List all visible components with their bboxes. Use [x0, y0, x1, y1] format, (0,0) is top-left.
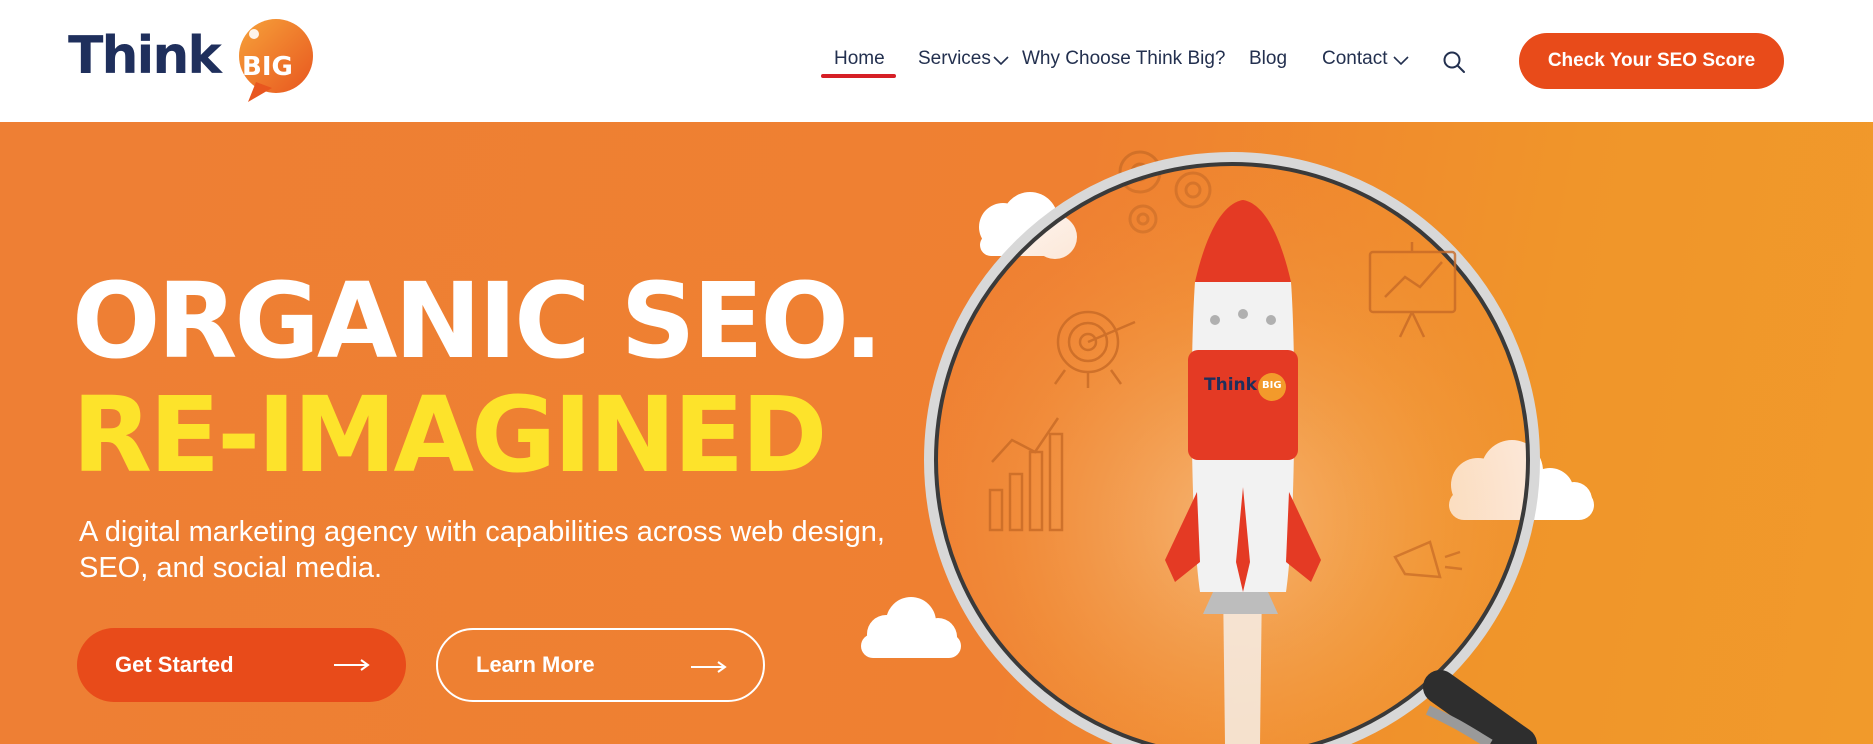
chevron-down-icon[interactable]: [1393, 56, 1409, 66]
rocket-badge-big: BIG: [1262, 380, 1282, 391]
active-nav-underline: [821, 74, 896, 78]
hero-subtext: A digital marketing agency with capabili…: [79, 516, 885, 584]
think-big-logo[interactable]: Think BIG: [68, 14, 318, 106]
learn-more-button[interactable]: Learn More: [436, 628, 765, 702]
nav-item-home[interactable]: Home: [834, 48, 885, 70]
hero-headline-line2: RE-IMAGINED: [72, 374, 827, 496]
nav-item-why-choose[interactable]: Why Choose Think Big?: [1022, 48, 1225, 70]
get-started-label: Get Started: [115, 652, 234, 677]
arrow-right-icon: [691, 661, 727, 673]
logo-text: Think: [68, 26, 222, 86]
nav-item-contact[interactable]: Contact: [1322, 48, 1387, 70]
arrow-right-icon: [334, 659, 370, 671]
site-header: Think BIG Home Services Why Choose Think…: [0, 0, 1873, 122]
get-started-button[interactable]: Get Started: [77, 628, 406, 702]
logo-badge: BIG: [242, 52, 293, 82]
hero-section: Think BIG ORGANIC SEO. RE-IMAGINED A dig…: [0, 122, 1873, 744]
check-seo-score-button[interactable]: Check Your SEO Score: [1519, 33, 1784, 89]
learn-more-label: Learn More: [476, 652, 595, 677]
nav-item-services[interactable]: Services: [918, 48, 991, 70]
chevron-down-icon[interactable]: [993, 56, 1009, 66]
search-icon[interactable]: [1442, 50, 1466, 74]
nav-item-blog[interactable]: Blog: [1249, 48, 1287, 70]
cloud-icon: [861, 597, 961, 658]
hero-headline-line1: ORGANIC SEO.: [72, 260, 883, 382]
rocket-badge-text: Think: [1204, 375, 1257, 395]
